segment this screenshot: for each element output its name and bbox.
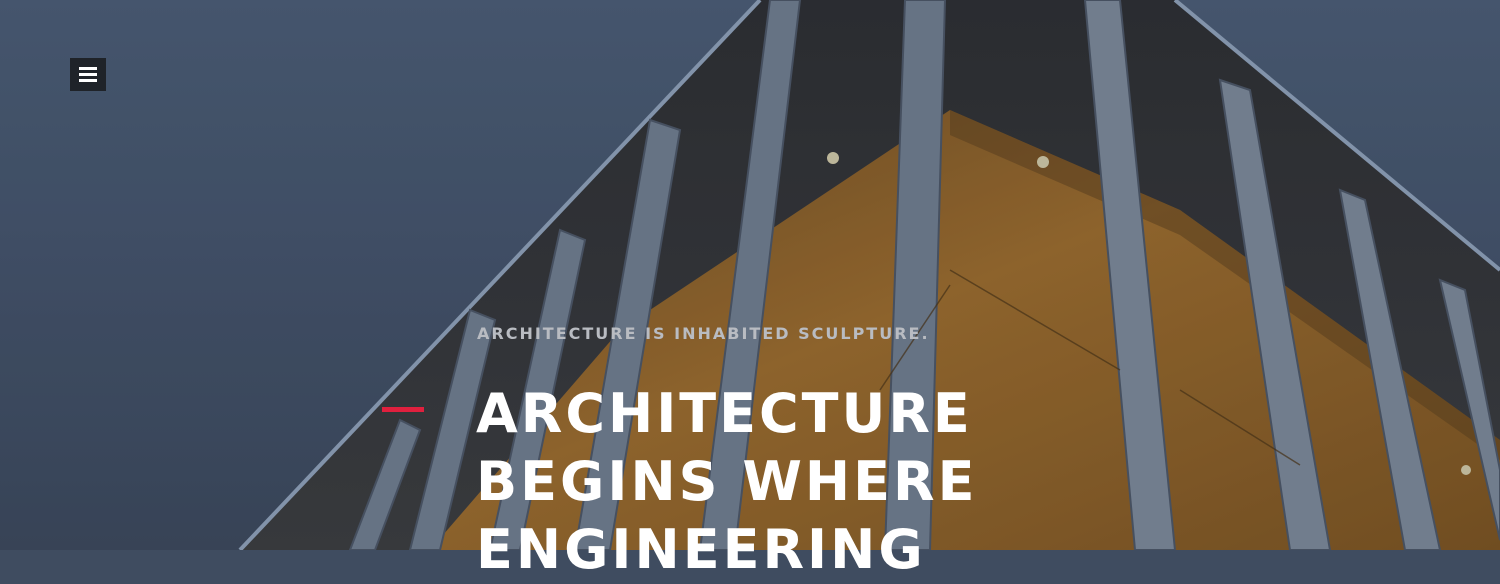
menu-button[interactable]	[70, 58, 106, 91]
headline-line-1: ARCHITECTURE	[476, 382, 973, 445]
headline-line-2: BEGINS WHERE	[476, 450, 978, 513]
hero-headline: ARCHITECTURE BEGINS WHERE ENGINEERING	[476, 380, 1096, 584]
menu-bar-bottom	[79, 79, 97, 82]
headline-line-3: ENGINEERING	[476, 518, 926, 581]
hamburger-menu-icon	[79, 67, 97, 82]
menu-bar-middle	[79, 73, 97, 76]
hero-tagline: ARCHITECTURE IS INHABITED SCULPTURE.	[477, 324, 930, 343]
accent-dash	[382, 407, 424, 412]
menu-bar-top	[79, 67, 97, 70]
